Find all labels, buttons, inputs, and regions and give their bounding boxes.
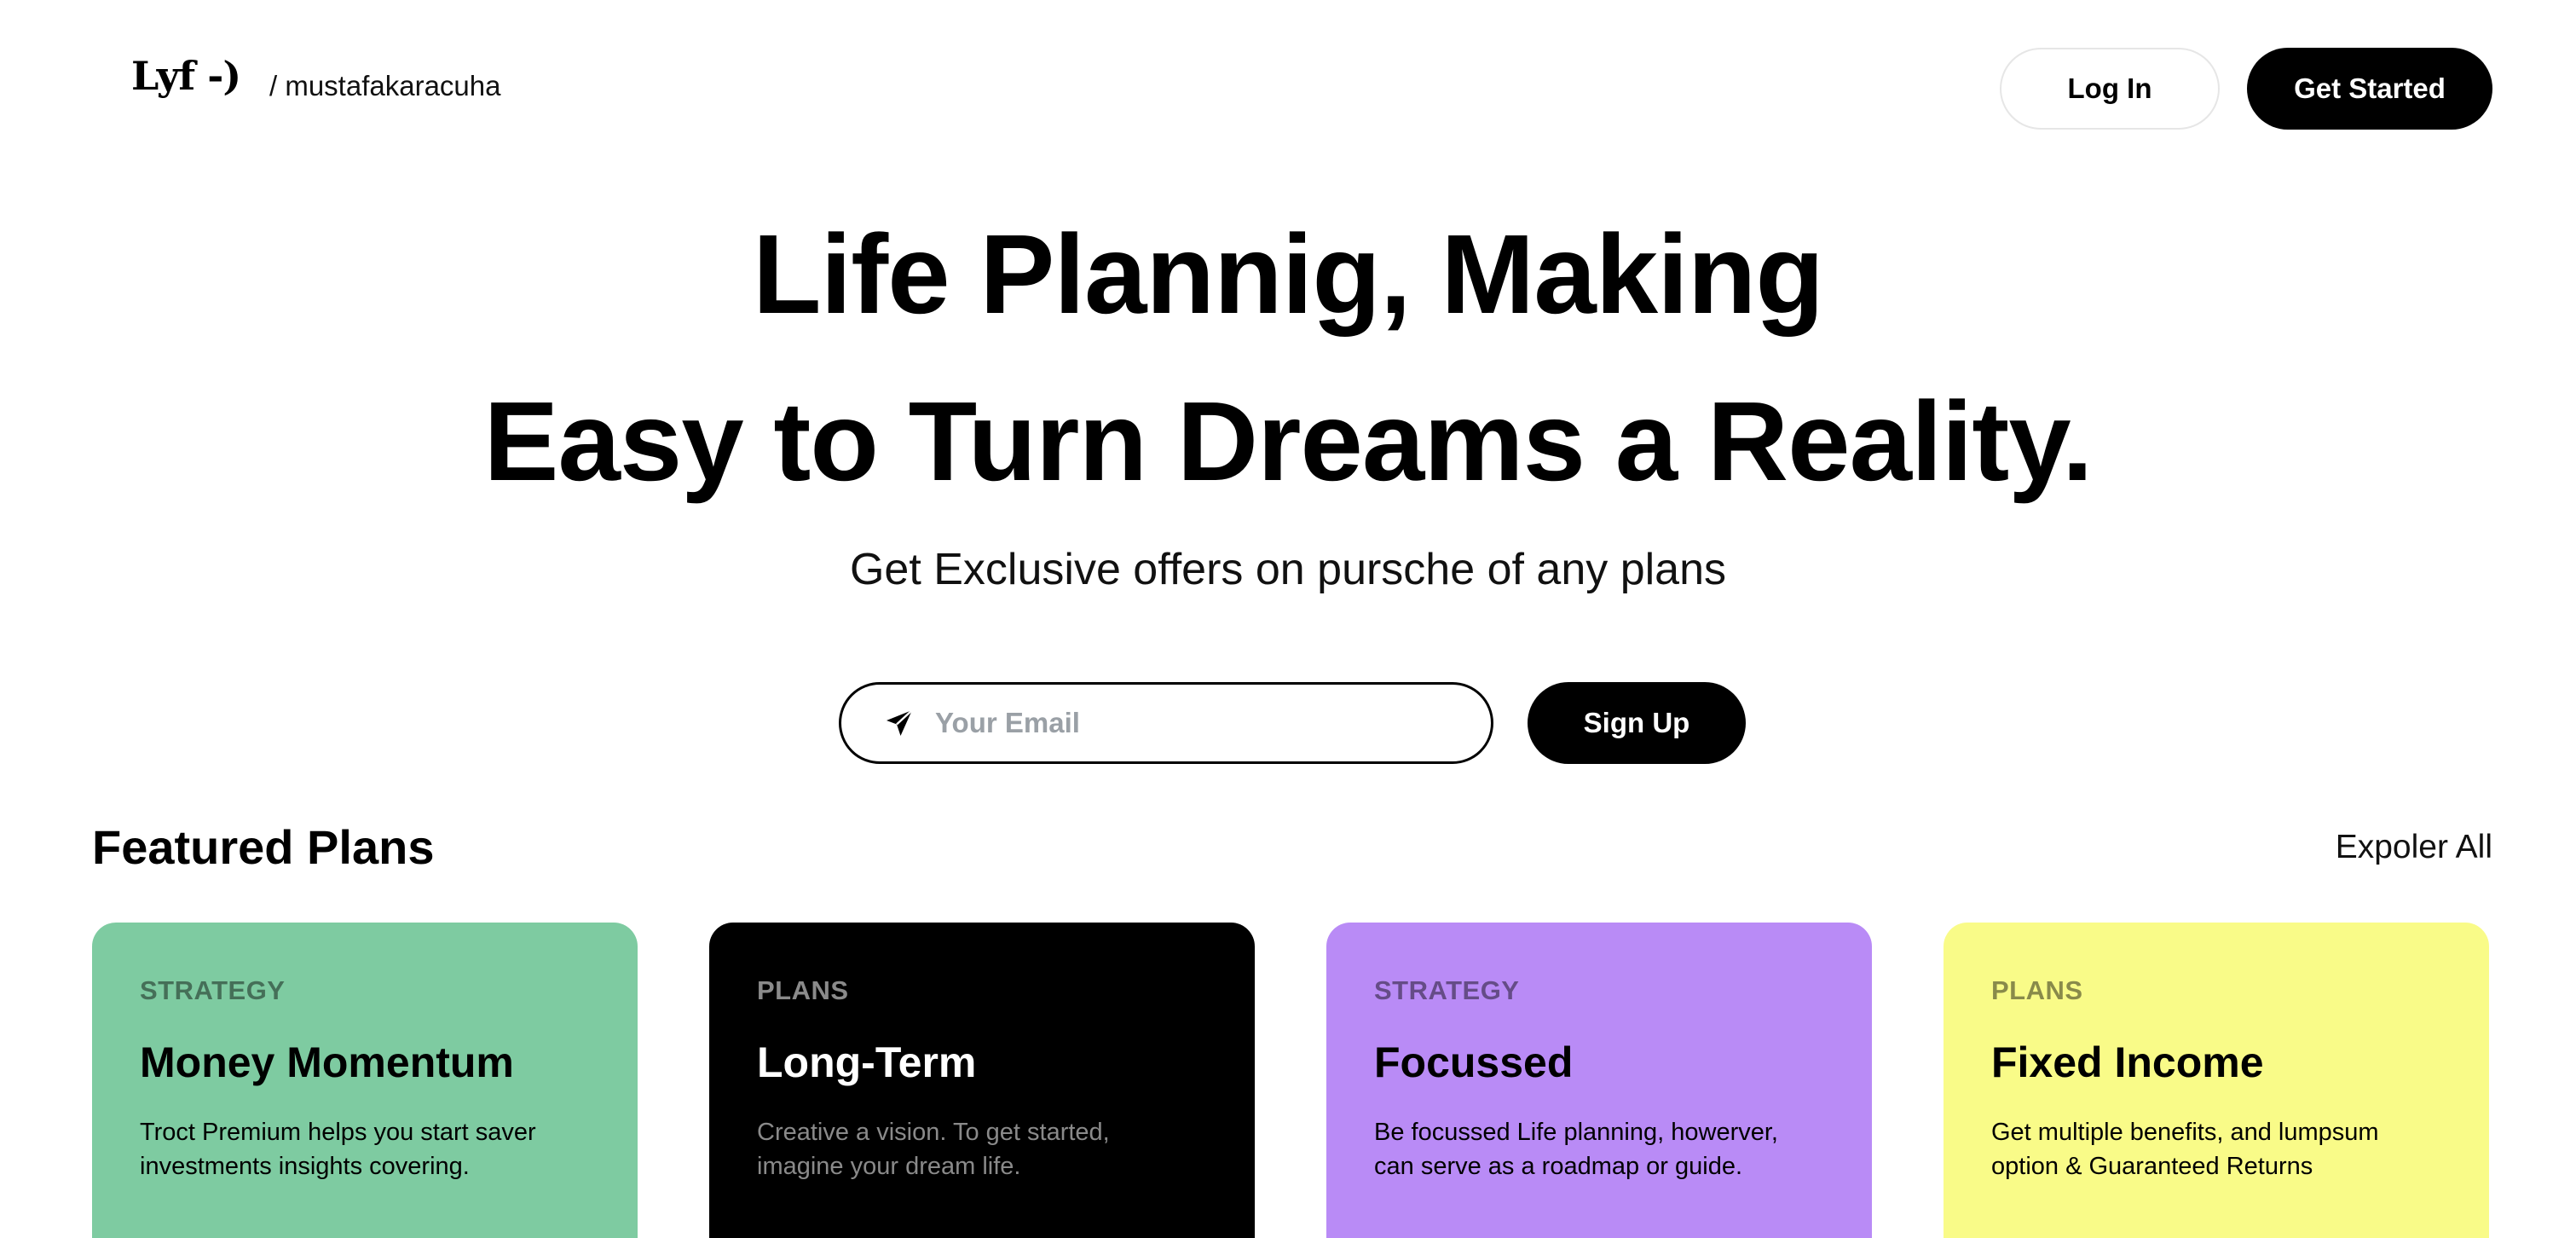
plan-card-description: Creative a vision. To get started, imagi… (757, 1119, 1110, 1180)
plan-card-description: Be focussed Life planning, howerver, can… (1374, 1119, 1778, 1180)
plan-card-title: Money Momentum (140, 1038, 514, 1086)
plan-card-description: Troct Premium helps you start saver inve… (140, 1119, 536, 1180)
email-input[interactable] (935, 707, 1481, 739)
plan-card-focussed[interactable]: STRATEGY Focussed Be focussed Life plann… (1326, 923, 1872, 1238)
plan-card-tag: STRATEGY (140, 975, 286, 1005)
plan-card-tag: STRATEGY (1374, 975, 1520, 1005)
send-icon (882, 706, 916, 740)
email-field[interactable] (839, 682, 1493, 764)
hero-title-line-2: Easy to Turn Dreams a Reality. (483, 379, 2093, 504)
top-nav: Lyf -) / mustafakaracuha Log In Get Star… (0, 0, 2576, 171)
plan-card-fixed-income[interactable]: PLANS Fixed Income Get multiple benefits… (1944, 923, 2489, 1238)
hero-title: Life Plannig, Making Easy to Turn Dreams… (0, 191, 2576, 525)
brand-logo[interactable]: Lyf -) (131, 56, 241, 95)
sign-up-button[interactable]: Sign Up (1528, 682, 1746, 764)
plan-card-tag: PLANS (757, 975, 849, 1005)
breadcrumb[interactable]: / mustafakaracuha (269, 72, 500, 100)
hero-title-line-1: Life Plannig, Making (752, 211, 1824, 337)
plan-card-title: Long-Term (757, 1038, 977, 1086)
plan-card-title: Focussed (1374, 1038, 1574, 1086)
plan-card-tag: PLANS (1991, 975, 2083, 1005)
get-started-button[interactable]: Get Started (2247, 48, 2492, 130)
featured-plans-title: Featured Plans (92, 820, 435, 874)
plan-card-description: Get multiple benefits, and lumpsum optio… (1991, 1119, 2379, 1180)
featured-plans-list: STRATEGY Money Momentum Troct Premium he… (92, 923, 2496, 1238)
plan-card-title: Fixed Income (1991, 1038, 2264, 1086)
hero-subtitle: Get Exclusive offers on pursche of any p… (849, 545, 1727, 594)
plan-card-long-term[interactable]: PLANS Long-Term Creative a vision. To ge… (709, 923, 1255, 1238)
login-button[interactable]: Log In (2000, 48, 2220, 130)
explore-all-link[interactable]: Expoler All (2336, 827, 2492, 868)
plan-card-money-momentum[interactable]: STRATEGY Money Momentum Troct Premium he… (92, 923, 638, 1238)
landing-page: Lyf -) / mustafakaracuha Log In Get Star… (0, 0, 2576, 1238)
